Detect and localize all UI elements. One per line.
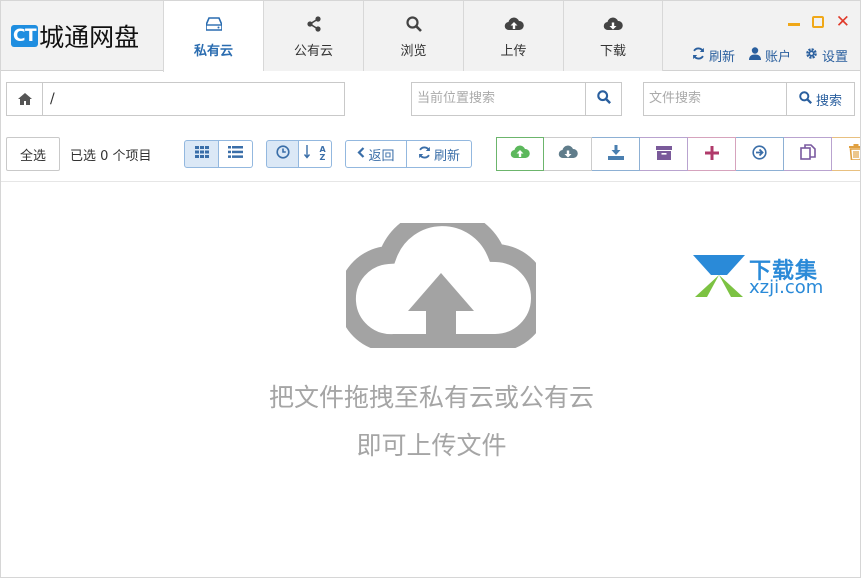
home-icon <box>17 90 32 109</box>
settings-label: 设置 <box>821 50 848 65</box>
local-search-button[interactable] <box>586 82 622 116</box>
header-refresh-label: 刷新 <box>708 50 735 65</box>
download-button[interactable] <box>592 137 640 171</box>
app-window: CT 城通网盘 私有云 公有云 浏览 上传 下载 ✕ 刷新 账户 设置 / 当前… <box>0 0 861 578</box>
refresh-icon <box>692 47 705 64</box>
empty-hint-line2: 即可上传文件 <box>356 431 507 460</box>
header: CT 城通网盘 私有云 公有云 浏览 上传 下载 ✕ 刷新 账户 设置 <box>1 1 860 72</box>
home-button[interactable] <box>6 82 42 116</box>
sort-alpha-icon <box>303 144 319 164</box>
search-icon <box>404 14 424 34</box>
trash-icon <box>848 144 860 164</box>
selected-count: 已选 0 个项目 <box>70 149 152 164</box>
minimize-button[interactable] <box>787 22 800 26</box>
plus-icon <box>704 145 719 164</box>
local-search: 当前位置搜索 <box>411 82 622 116</box>
watermark-logo <box>693 255 745 297</box>
tab-browse[interactable]: 浏览 <box>363 1 463 71</box>
tab-label: 浏览 <box>400 43 427 59</box>
archive-button[interactable] <box>640 137 688 171</box>
view-mode-group <box>184 140 253 168</box>
sort-by-name-button[interactable]: A Z <box>299 140 332 168</box>
list-icon <box>228 146 243 162</box>
select-all-button[interactable]: 全选 <box>6 137 60 171</box>
toolbar: 全选 已选 0 个项目 A Z 返回 刷新 <box>1 134 860 182</box>
tab-public-cloud[interactable]: 公有云 <box>263 1 363 71</box>
cloud-upload-icon <box>337 208 549 353</box>
clock-icon <box>275 145 290 163</box>
toolbar-refresh-label: 刷新 <box>433 148 460 164</box>
copy-button[interactable] <box>784 137 832 171</box>
nav-group: 返回 刷新 <box>345 140 472 168</box>
watermark: 下载集 xzji.com <box>691 253 823 303</box>
tab-upload[interactable]: 上传 <box>463 1 563 71</box>
chevron-left-icon <box>357 146 365 162</box>
local-search-input[interactable]: 当前位置搜索 <box>411 82 586 116</box>
header-refresh-button[interactable]: 刷新 <box>692 46 735 65</box>
tab-private-cloud[interactable]: 私有云 <box>163 1 263 72</box>
grid-icon <box>194 146 209 162</box>
tab-label: 上传 <box>500 43 527 59</box>
maximize-button[interactable] <box>811 16 824 28</box>
sort-alpha-label: A Z <box>319 145 326 162</box>
cloud-upload-icon <box>504 14 524 34</box>
user-icon <box>748 47 761 64</box>
tab-download[interactable]: 下载 <box>563 1 663 71</box>
upload-button[interactable] <box>496 137 544 171</box>
archive-icon <box>655 145 672 164</box>
account-button[interactable]: 账户 <box>748 46 791 65</box>
window-controls: ✕ <box>787 14 850 31</box>
list-view-button[interactable] <box>219 140 253 168</box>
main-tabs: 私有云 公有云 浏览 上传 下载 <box>163 1 663 72</box>
file-actions <box>496 137 860 171</box>
upload-icon <box>510 144 530 164</box>
path-input[interactable]: / <box>42 82 345 116</box>
close-button[interactable]: ✕ <box>836 14 850 31</box>
cloud-download-icon <box>603 14 623 34</box>
refresh-icon <box>418 146 431 163</box>
file-search-label: 搜索 <box>815 93 842 109</box>
settings-button[interactable]: 设置 <box>805 46 848 65</box>
back-button[interactable]: 返回 <box>345 140 407 168</box>
file-search: 文件搜索 搜索 <box>643 82 855 116</box>
back-label: 返回 <box>368 148 395 164</box>
share-icon <box>304 14 324 34</box>
path-bar: / <box>6 82 345 116</box>
logo-name: 城通网盘 <box>39 22 140 52</box>
file-search-button[interactable]: 搜索 <box>787 82 855 116</box>
logo-badge: CT <box>11 24 39 47</box>
new-folder-button[interactable] <box>688 137 736 171</box>
watermark-sub: xzji.com <box>749 277 824 298</box>
move-button[interactable] <box>736 137 784 171</box>
delete-button[interactable] <box>832 137 860 171</box>
header-links: 刷新 账户 设置 <box>692 46 848 65</box>
sort-by-time-button[interactable] <box>266 140 299 168</box>
search-icon <box>596 90 611 108</box>
grid-view-button[interactable] <box>184 140 219 168</box>
drive-icon <box>204 14 224 34</box>
toolbar-refresh-button[interactable]: 刷新 <box>407 140 472 168</box>
cloud-download-icon <box>558 144 578 164</box>
sort-group: A Z <box>266 140 332 168</box>
empty-state: 把文件拖拽至私有云或公有云 即可上传文件 下载集 xzji.com <box>1 183 860 577</box>
download-icon <box>607 144 624 164</box>
logo: CT 城通网盘 <box>1 1 163 70</box>
copy-icon <box>799 144 816 164</box>
tab-label: 下载 <box>599 43 626 59</box>
tab-label: 私有云 <box>193 44 233 59</box>
tab-label: 公有云 <box>293 43 333 59</box>
account-label: 账户 <box>764 50 791 65</box>
empty-hint-line1: 把文件拖拽至私有云或公有云 <box>268 383 594 412</box>
cloud-download-button[interactable] <box>544 137 592 171</box>
file-search-input[interactable]: 文件搜索 <box>643 82 787 116</box>
move-icon <box>752 144 767 164</box>
gear-icon <box>805 47 818 64</box>
search-icon <box>799 90 812 108</box>
